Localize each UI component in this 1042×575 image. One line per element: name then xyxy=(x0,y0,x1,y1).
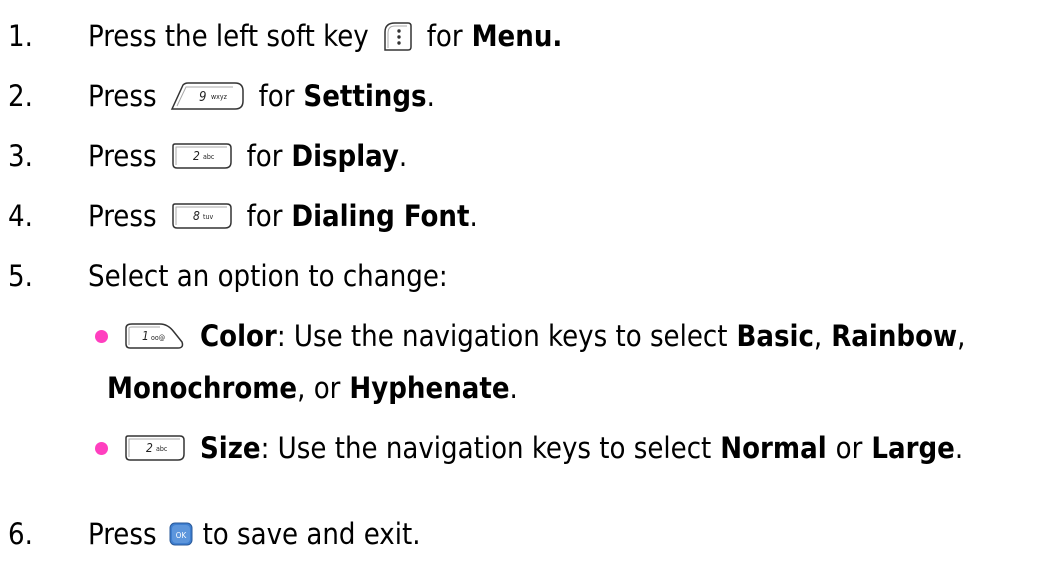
step-punct: . xyxy=(398,139,408,173)
choice-sep: or xyxy=(835,431,863,465)
step-text: to save and exit. xyxy=(202,517,421,551)
color-label: Color xyxy=(200,319,277,353)
key-1-voicemail-icon: 1 oo@ xyxy=(124,322,186,350)
svg-text:abc: abc xyxy=(203,153,215,161)
option-color: 1 oo@ Color : Use the navigation keys to… xyxy=(0,314,1042,358)
step-text: Press xyxy=(88,517,157,551)
svg-text:8: 8 xyxy=(193,209,200,223)
dialing-font-label: Dialing Font xyxy=(291,199,470,233)
left-soft-key-menu-icon xyxy=(381,20,413,52)
choice-basic: Basic xyxy=(736,319,814,353)
step-text: for xyxy=(246,139,283,173)
svg-text:abc: abc xyxy=(156,445,168,453)
step-punct: . xyxy=(426,79,435,113)
choice-sep: , or xyxy=(297,371,341,405)
step-5: 5. Select an option to change: xyxy=(0,254,1042,298)
key-9-wxyz-icon: 9 wxyz xyxy=(169,81,245,111)
svg-text:1: 1 xyxy=(142,329,149,343)
choice-end: . xyxy=(954,431,964,465)
settings-label: Settings xyxy=(303,79,427,113)
choice-end: . xyxy=(509,371,518,405)
svg-text:OK: OK xyxy=(175,531,186,540)
option-size: 2 abc Size : Use the navigation keys to … xyxy=(0,426,1042,470)
display-label: Display xyxy=(291,139,399,173)
step-2: 2. Press 9 wxyz for Settings . xyxy=(0,74,1042,118)
svg-text:oo@: oo@ xyxy=(151,334,165,342)
key-2-abc-icon: 2 abc xyxy=(124,434,186,462)
step-text: for xyxy=(426,19,463,53)
option-desc: : Use the navigation keys to select xyxy=(276,319,728,353)
choice-rainbow: Rainbow xyxy=(831,319,958,353)
ok-key-icon: OK xyxy=(169,522,193,546)
step-number: 3. xyxy=(8,139,33,173)
choice-normal: Normal xyxy=(720,431,827,465)
svg-text:wxyz: wxyz xyxy=(211,93,228,101)
key-2-abc-icon: 2 abc xyxy=(171,142,233,170)
step-text: for xyxy=(258,79,295,113)
step-number: 6. xyxy=(8,517,33,551)
step-number: 1. xyxy=(8,19,33,53)
option-color-cont: Monochrome , or Hyphenate . xyxy=(0,366,1042,410)
size-label: Size xyxy=(200,431,261,465)
choice-large: Large xyxy=(871,431,955,465)
svg-text:9: 9 xyxy=(199,90,206,105)
step-number: 2. xyxy=(8,79,33,113)
choice-hyphenate: Hyphenate xyxy=(349,371,510,405)
step-3: 3. Press 2 abc for Display . xyxy=(0,134,1042,178)
step-number: 5. xyxy=(8,259,33,293)
menu-label: Menu. xyxy=(471,19,563,53)
step-4: 4. Press 8 tuv for Dialing Font . xyxy=(0,194,1042,238)
svg-text:2: 2 xyxy=(193,149,200,163)
step-1: 1. Press the left soft key for Menu. xyxy=(0,14,1042,58)
step-text: Select an option to change: xyxy=(88,259,448,293)
step-text: for xyxy=(246,199,283,233)
svg-text:2: 2 xyxy=(146,441,153,455)
choice-monochrome: Monochrome xyxy=(107,371,298,405)
step-text: Press the left soft key xyxy=(88,19,369,53)
step-6: 6. Press OK to save and exit. xyxy=(0,512,1042,556)
choice-sep: , xyxy=(813,319,823,353)
option-desc: : Use the navigation keys to select xyxy=(260,431,712,465)
step-text: Press xyxy=(88,79,157,113)
key-8-tuv-icon: 8 tuv xyxy=(171,202,233,230)
choice-sep: , xyxy=(957,319,966,353)
step-punct: . xyxy=(469,199,478,233)
step-number: 4. xyxy=(8,199,33,233)
svg-text:tuv: tuv xyxy=(203,213,213,221)
step-text: Press xyxy=(88,139,157,173)
step-text: Press xyxy=(88,199,157,233)
